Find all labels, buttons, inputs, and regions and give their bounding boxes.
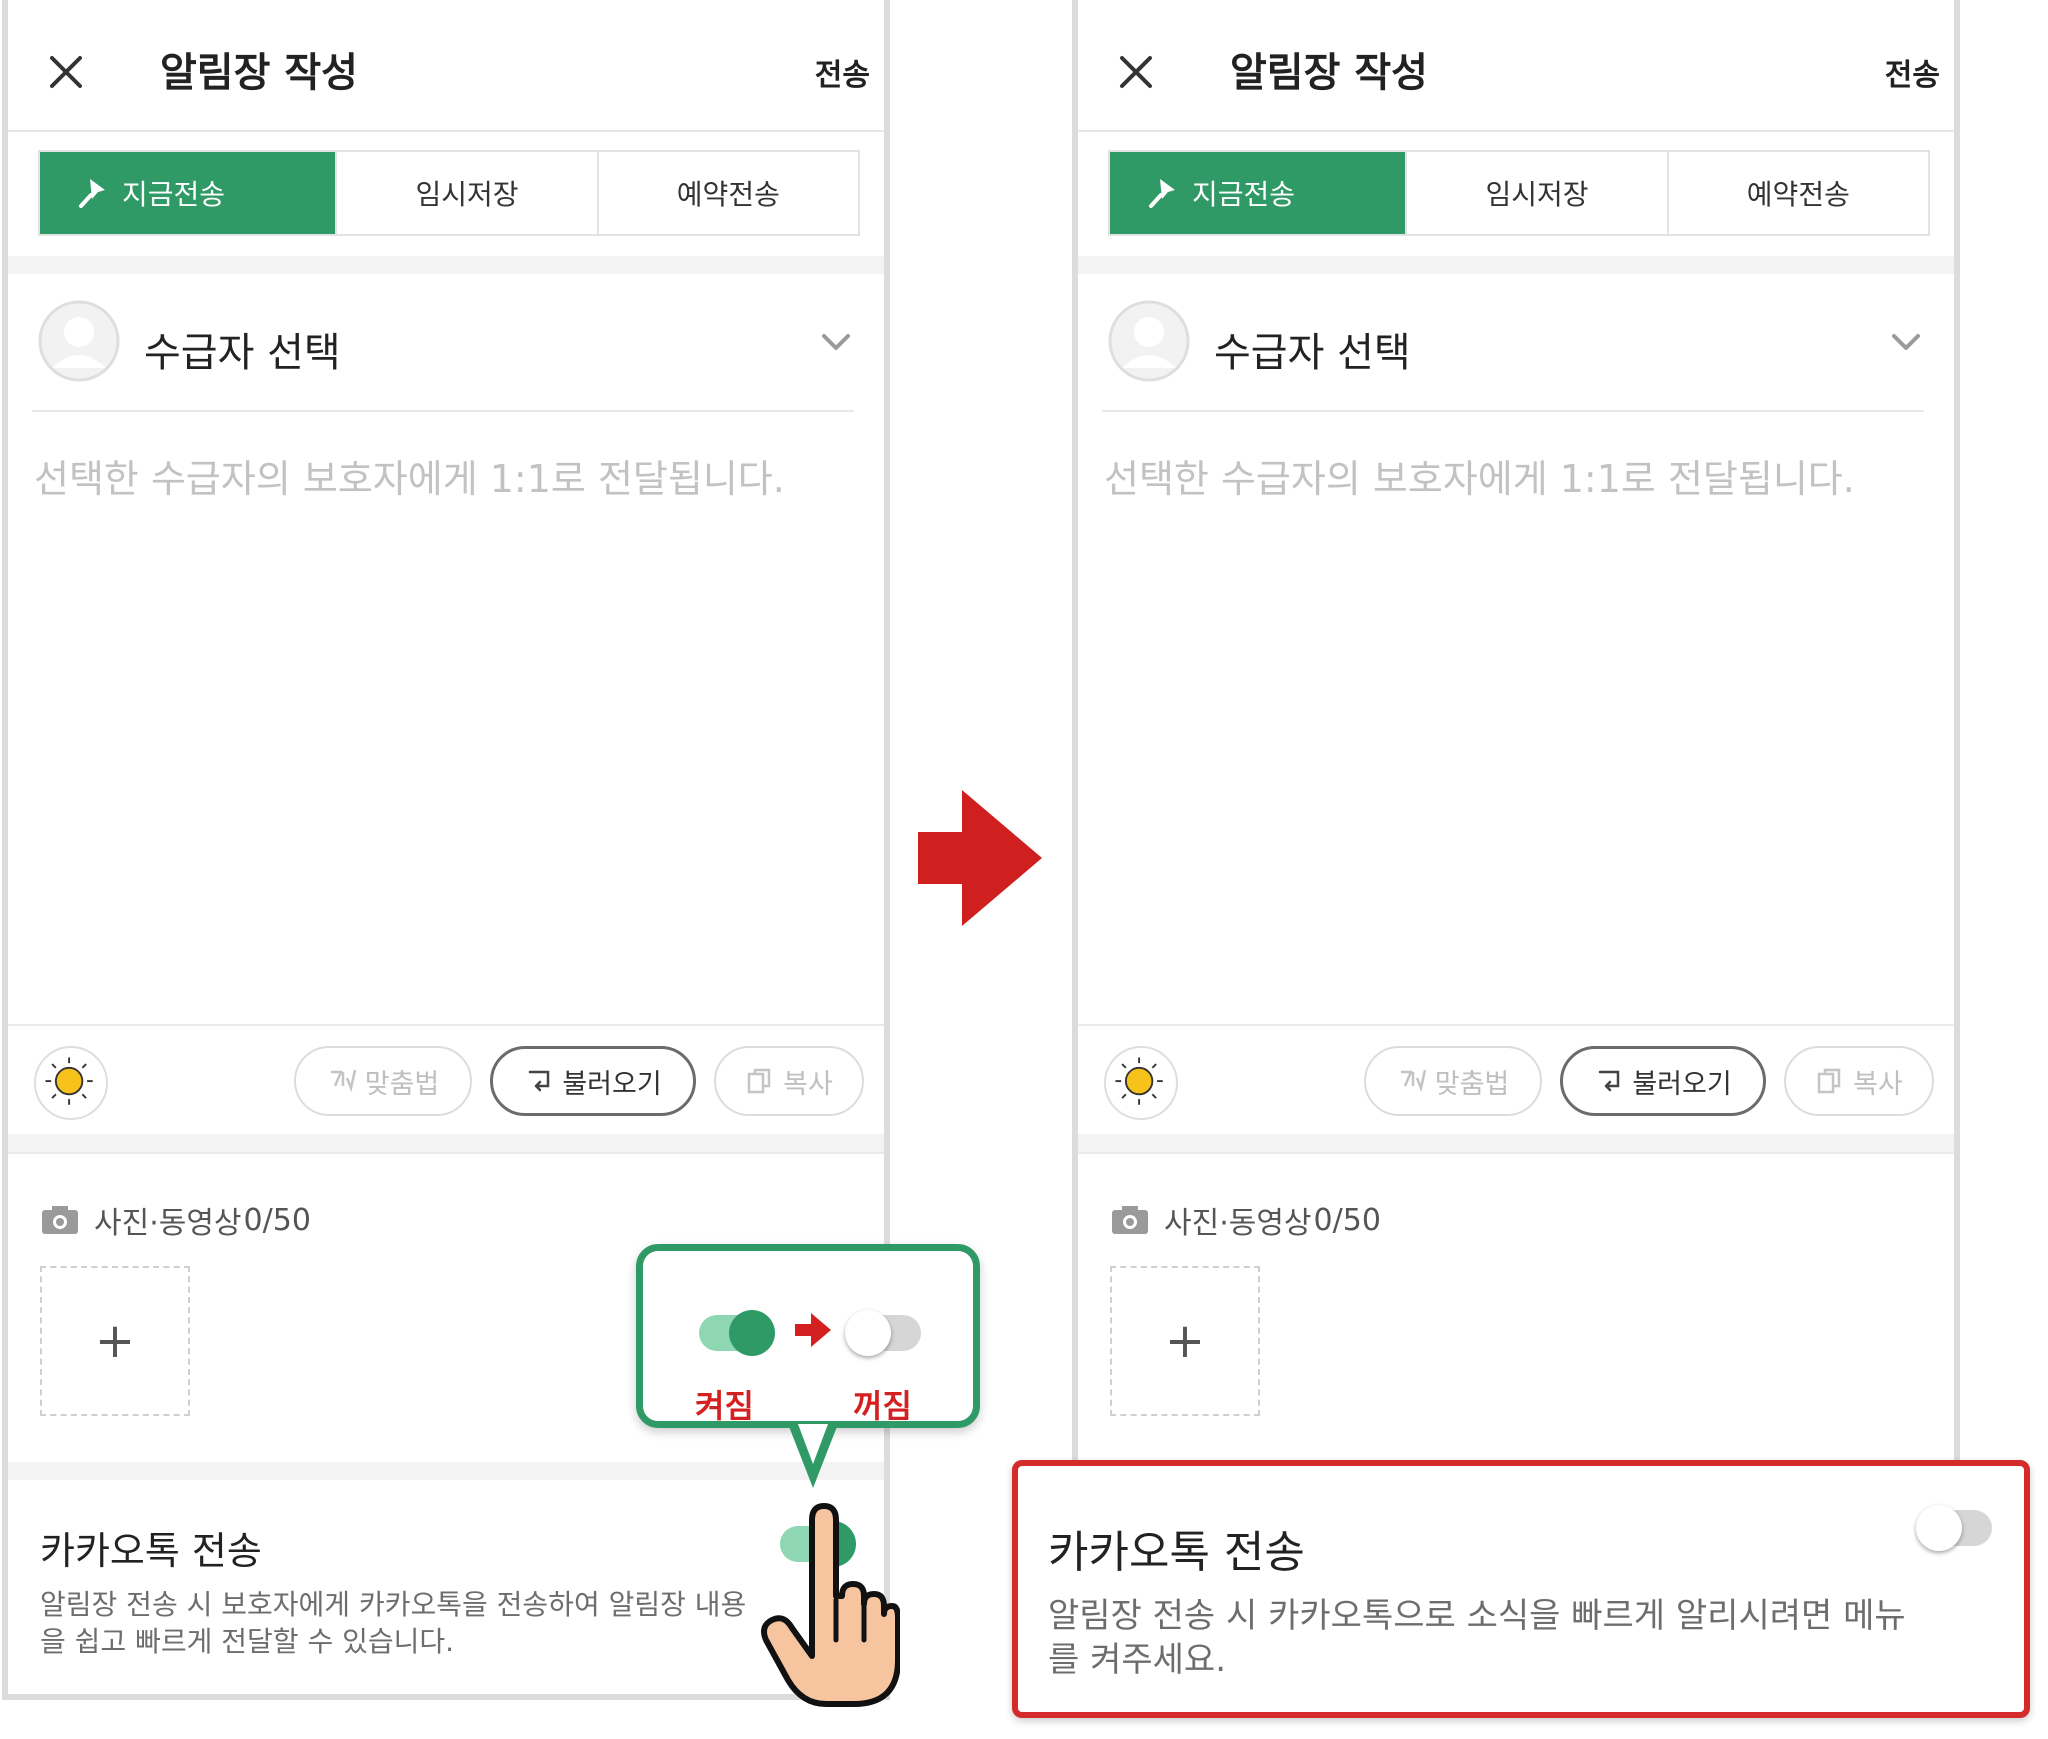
header: 알림장 작성 전송 bbox=[1078, 0, 1954, 132]
load-icon bbox=[529, 1070, 550, 1092]
pin-icon bbox=[1149, 179, 1175, 208]
media-section: 사진·동영상 0/50 + bbox=[1078, 1152, 1954, 1464]
tab-schedule[interactable]: 예약전송 bbox=[1669, 152, 1928, 234]
load-icon bbox=[1599, 1070, 1620, 1092]
toggle-knob bbox=[729, 1310, 775, 1356]
send-mode-tabs: 지금전송 임시저장 예약전송 bbox=[38, 150, 860, 236]
copy-label: 복사 bbox=[1853, 1068, 1903, 1100]
divider bbox=[8, 1134, 884, 1152]
kakao-send-section: 카카오톡 전송 알림장 전송 시 보호자에게 카카오톡을 전송하여 알림장 내용… bbox=[8, 1478, 884, 1694]
toggle-callout: 켜짐 꺼짐 bbox=[636, 1244, 980, 1428]
media-count: 0/50 bbox=[243, 1202, 311, 1238]
load-label: 불러오기 bbox=[562, 1068, 662, 1100]
on-label: 켜짐 bbox=[695, 1387, 754, 1425]
close-icon[interactable] bbox=[46, 52, 86, 92]
copy-icon bbox=[1817, 1068, 1841, 1094]
kakao-title: 카카오톡 전송 bbox=[1048, 1527, 1305, 1578]
kakao-toggle[interactable] bbox=[1916, 1505, 1992, 1551]
tab-label: 예약전송 bbox=[676, 178, 780, 211]
tab-label: 임시저장 bbox=[1485, 178, 1589, 211]
tab-send-now[interactable]: 지금전송 bbox=[40, 152, 338, 234]
recipient-label: 수급자 선택 bbox=[144, 330, 341, 376]
add-media-button[interactable]: + bbox=[40, 1266, 190, 1416]
tab-label: 예약전송 bbox=[1746, 178, 1850, 211]
tab-label: 임시저장 bbox=[415, 178, 519, 211]
tab-send-now[interactable]: 지금전송 bbox=[1110, 152, 1408, 234]
recipient-selector[interactable]: 수급자 선택 bbox=[32, 290, 854, 412]
camera-icon bbox=[1112, 1206, 1148, 1234]
load-label: 불러오기 bbox=[1632, 1068, 1732, 1100]
chevron-down-icon[interactable] bbox=[1888, 330, 1924, 354]
add-media-button[interactable]: + bbox=[1110, 1266, 1260, 1416]
tab-label: 지금전송 bbox=[122, 178, 226, 211]
toggle-on-example bbox=[699, 1310, 775, 1356]
tab-label: 지금전송 bbox=[1192, 178, 1296, 211]
editor-toolbar: 맞춤법 불러오기 복사 bbox=[8, 1024, 884, 1136]
spellcheck-button[interactable]: 맞춤법 bbox=[1364, 1046, 1542, 1116]
media-label-text: 사진·동영상 bbox=[94, 1206, 242, 1241]
header: 알림장 작성 전송 bbox=[8, 0, 884, 132]
copy-button[interactable]: 복사 bbox=[714, 1046, 864, 1116]
kakao-description: 알림장 전송 시 보호자에게 카카오톡을 전송하여 알림장 내용을 쉽고 빠르게… bbox=[40, 1588, 747, 1658]
recipient-selector[interactable]: 수급자 선택 bbox=[1102, 290, 1924, 412]
copy-icon bbox=[747, 1068, 771, 1094]
close-icon[interactable] bbox=[1116, 52, 1156, 92]
spellcheck-icon bbox=[330, 1069, 356, 1093]
screen-after: 알림장 작성 전송 지금전송 임시저장 예약전송 수급자 선택 선택한 수급자의 bbox=[1072, 0, 1960, 1700]
arrow-right-icon bbox=[918, 790, 1042, 926]
recipient-label: 수급자 선택 bbox=[1214, 330, 1411, 376]
toggle-knob bbox=[845, 1310, 891, 1356]
camera-icon bbox=[42, 1206, 78, 1234]
arrow-right-icon bbox=[795, 1313, 831, 1347]
media-label-text: 사진·동영상 bbox=[1164, 1206, 1312, 1241]
media-count: 0/50 bbox=[1313, 1202, 1381, 1238]
chevron-down-icon[interactable] bbox=[818, 330, 854, 354]
pin-icon bbox=[79, 179, 105, 208]
toggle-knob bbox=[1916, 1505, 1962, 1551]
tab-save-draft[interactable]: 임시저장 bbox=[337, 152, 599, 234]
avatar-icon bbox=[1108, 300, 1190, 382]
toggle-off-example bbox=[845, 1310, 921, 1356]
page-title: 알림장 작성 bbox=[1230, 50, 1428, 96]
divider bbox=[1078, 1134, 1954, 1152]
screen-before: 알림장 작성 전송 지금전송 임시저장 예약전송 수급자 선택 선택한 수급자의 bbox=[2, 0, 890, 1700]
copy-button[interactable]: 복사 bbox=[1784, 1046, 1934, 1116]
spellcheck-icon bbox=[1400, 1069, 1426, 1093]
send-button[interactable]: 전송 bbox=[815, 50, 870, 94]
send-mode-tabs: 지금전송 임시저장 예약전송 bbox=[1108, 150, 1930, 236]
load-button[interactable]: 불러오기 bbox=[490, 1046, 696, 1116]
avatar-icon bbox=[38, 300, 120, 382]
weather-sun-icon[interactable] bbox=[1104, 1046, 1178, 1120]
spellcheck-label: 맞춤법 bbox=[364, 1068, 440, 1100]
media-label: 사진·동영상 0/50 bbox=[40, 1198, 311, 1242]
page-title: 알림장 작성 bbox=[160, 50, 358, 96]
tab-save-draft[interactable]: 임시저장 bbox=[1407, 152, 1669, 234]
off-label: 꺼짐 bbox=[853, 1387, 912, 1425]
hand-pointer-icon bbox=[761, 1503, 900, 1707]
weather-sun-icon[interactable] bbox=[34, 1046, 108, 1120]
send-button[interactable]: 전송 bbox=[1885, 50, 1940, 94]
editor-toolbar: 맞춤법 불러오기 복사 bbox=[1078, 1024, 1954, 1136]
callout-pointer bbox=[788, 1424, 838, 1488]
divider bbox=[8, 256, 884, 274]
message-input[interactable]: 선택한 수급자의 보호자에게 1:1로 전달됩니다. bbox=[1104, 448, 1855, 503]
message-input[interactable]: 선택한 수급자의 보호자에게 1:1로 전달됩니다. bbox=[34, 448, 785, 503]
kakao-title: 카카오톡 전송 bbox=[40, 1529, 262, 1573]
divider bbox=[1078, 256, 1954, 274]
media-label: 사진·동영상 0/50 bbox=[1110, 1198, 1381, 1242]
copy-label: 복사 bbox=[783, 1068, 833, 1100]
kakao-description: 알림장 전송 시 카카오톡으로 소식을 빠르게 알리시려면 메뉴를 켜주세요. bbox=[1048, 1596, 1906, 1680]
tab-schedule[interactable]: 예약전송 bbox=[599, 152, 858, 234]
spellcheck-button[interactable]: 맞춤법 bbox=[294, 1046, 472, 1116]
kakao-send-section-highlight: 카카오톡 전송 알림장 전송 시 카카오톡으로 소식을 빠르게 알리시려면 메뉴… bbox=[1012, 1460, 2030, 1718]
load-button[interactable]: 불러오기 bbox=[1560, 1046, 1766, 1116]
spellcheck-label: 맞춤법 bbox=[1434, 1068, 1510, 1100]
